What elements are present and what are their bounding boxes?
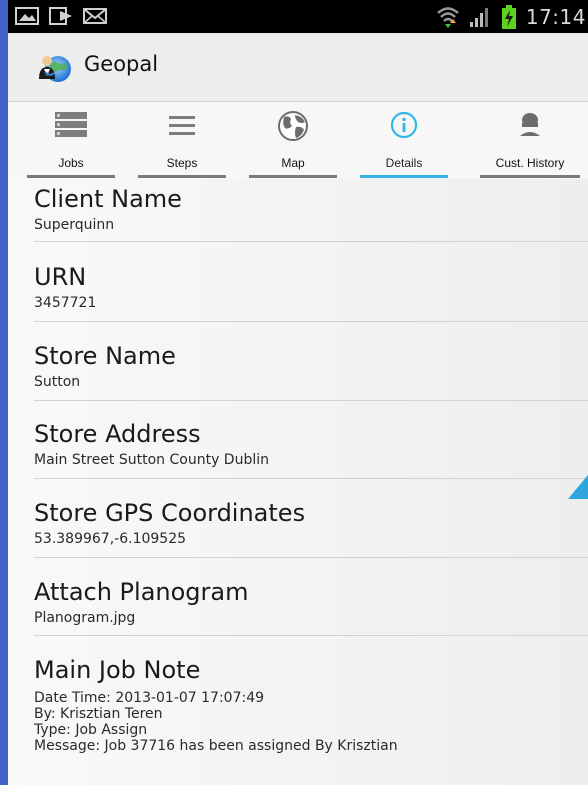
- jobs-list-icon: [55, 112, 87, 137]
- urn-value: 3457721: [34, 295, 97, 311]
- tab-map[interactable]: Map: [243, 102, 343, 178]
- tab-jobs-label: Jobs: [58, 156, 84, 170]
- note-by: By: Krisztian Teren: [34, 706, 163, 722]
- wifi-icon: [437, 7, 459, 28]
- attach-planogram-field[interactable]: Attach Planogram Planogram.jpg: [34, 578, 588, 627]
- attach-planogram-label: Attach Planogram: [34, 578, 249, 606]
- client-name-field: Client Name Superquinn: [34, 185, 588, 234]
- forward-notification-icon: [49, 7, 72, 25]
- main-job-note-label: Main Job Note: [34, 656, 201, 684]
- store-address-label: Store Address: [34, 420, 201, 448]
- tab-jobs-indicator: [27, 175, 115, 178]
- steps-menu-icon: [169, 116, 195, 135]
- attach-planogram-value[interactable]: Planogram.jpg: [34, 610, 588, 627]
- tab-jobs[interactable]: Jobs: [21, 102, 121, 178]
- main-job-note-field: Main Job Note Date Time: 2013-01-07 17:0…: [34, 656, 588, 754]
- tab-cust-history[interactable]: Cust. History: [474, 102, 586, 178]
- divider: [34, 241, 588, 242]
- note-type: Type: Job Assign: [34, 722, 148, 738]
- store-address-field: Store Address Main Street Sutton County …: [34, 420, 588, 469]
- notification-icons: [14, 5, 108, 27]
- signal-icon: [469, 8, 488, 27]
- divider: [34, 635, 588, 636]
- app-title: Geopal: [84, 52, 159, 76]
- status-right: 17:14: [436, 3, 588, 31]
- tab-steps-indicator: [138, 175, 226, 178]
- image-notification-icon: [15, 7, 39, 25]
- info-icon: [390, 111, 418, 139]
- globe-map-icon: [278, 111, 308, 141]
- status-bar: 17:14: [8, 0, 588, 33]
- tab-details[interactable]: Details: [354, 102, 454, 178]
- geopal-logo-icon[interactable]: [36, 49, 74, 83]
- phone-screen: 17:14 Geopal Jobs Steps Map Details Cust…: [8, 0, 588, 785]
- store-name-value: Sutton: [34, 374, 81, 390]
- urn-label: URN: [34, 263, 87, 291]
- divider: [34, 400, 588, 401]
- store-name-field: Store Name Sutton: [34, 342, 588, 391]
- note-date-time: Date Time: 2013-01-07 17:07:49: [34, 690, 265, 706]
- store-gps-label: Store GPS Coordinates: [34, 499, 306, 527]
- action-bar: Geopal: [8, 33, 588, 101]
- battery-charging-icon: [501, 5, 516, 29]
- tab-cust-history-indicator: [480, 175, 580, 178]
- clock-time: 17:14: [525, 5, 586, 29]
- divider: [34, 557, 588, 558]
- urn-field: URN 3457721: [34, 263, 588, 312]
- tab-details-label: Details: [385, 156, 423, 170]
- store-name-label: Store Name: [34, 342, 176, 370]
- store-gps-field: Store GPS Coordinates 53.389967,-6.10952…: [34, 499, 588, 548]
- customer-icon: [520, 113, 540, 136]
- client-name-label: Client Name: [34, 185, 182, 213]
- tab-map-label: Map: [281, 156, 305, 170]
- client-name-value: Superquinn: [34, 217, 115, 233]
- store-address-value: Main Street Sutton County Dublin: [34, 452, 269, 468]
- tab-steps[interactable]: Steps: [132, 102, 232, 178]
- tab-steps-label: Steps: [166, 156, 198, 170]
- store-gps-value: 53.389967,-6.109525: [34, 531, 187, 547]
- divider: [34, 321, 588, 322]
- tab-cust-history-label: Cust. History: [495, 156, 565, 170]
- note-message: Message: Job 37716 has been assigned By …: [34, 738, 398, 754]
- pointer-arrow-icon: [568, 475, 588, 499]
- details-content[interactable]: Client Name Superquinn URN 3457721 Store…: [8, 179, 588, 785]
- main-job-note-body: Date Time: 2013-01-07 17:07:49 By: Krisz…: [34, 690, 588, 754]
- tab-map-indicator: [249, 175, 337, 178]
- mail-notification-icon: [83, 8, 107, 24]
- tab-details-indicator: [360, 175, 448, 178]
- tab-bar: Jobs Steps Map Details Cust. History: [8, 101, 588, 281]
- divider: [34, 478, 588, 479]
